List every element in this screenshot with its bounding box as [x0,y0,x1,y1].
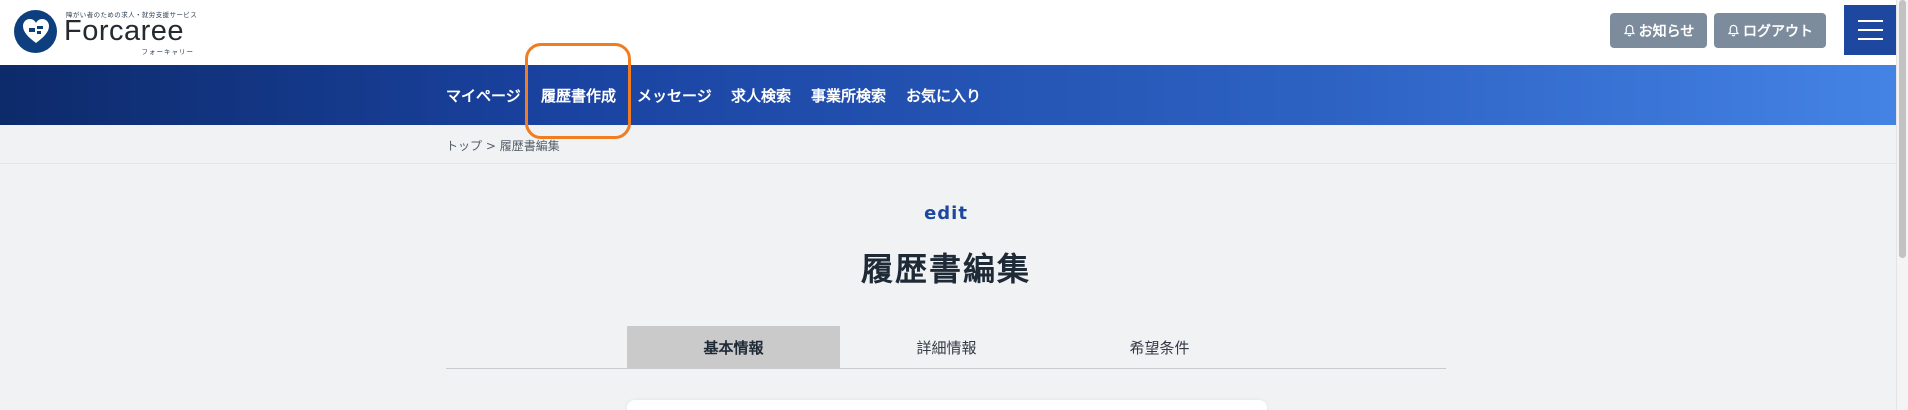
notice-label: お知らせ [1638,23,1695,40]
breadcrumb-divider [0,163,1896,164]
breadcrumb: トップ > 履歴書編集 [446,137,560,154]
breadcrumb-separator: > [485,139,496,153]
nav-item-mypage[interactable]: マイページ [446,65,521,125]
form-card [627,400,1267,410]
nav-item-office-search[interactable]: 事業所検索 [811,65,886,125]
nav-item-messages[interactable]: メッセージ [637,65,712,125]
tab-preferences[interactable]: 希望条件 [1053,326,1266,368]
page-title: 履歴書編集 [860,250,1031,288]
site-logo[interactable]: 障がい者のための求人・就労支援サービス Forcaree フォーキャリー [14,8,197,56]
breadcrumb-current: 履歴書編集 [499,139,560,153]
page-subtitle: edit [924,203,968,224]
tab-basic-info[interactable]: 基本情報 [627,326,840,368]
breadcrumb-home-link[interactable]: トップ [446,139,482,153]
site-header: 障がい者のための求人・就労支援サービス Forcaree フォーキャリー お知ら… [0,0,1896,65]
main-navigation: マイページ 履歴書作成 メッセージ 求人検索 事業所検索 お気に入り [0,65,1896,125]
bell-icon [1727,24,1740,37]
tab-detail-info[interactable]: 詳細情報 [840,326,1053,368]
tabs-underline [446,368,1446,369]
nav-item-resume[interactable]: 履歴書作成 [541,65,616,125]
bell-icon [1623,24,1635,37]
logo-text: 障がい者のための求人・就労支援サービス Forcaree フォーキャリー [64,8,197,56]
logo-kana: フォーキャリー [141,48,194,56]
hamburger-menu-button[interactable] [1844,5,1896,55]
logout-button[interactable]: ログアウト [1714,13,1826,48]
scrollbar-thumb[interactable] [1899,0,1906,258]
nav-item-favorites[interactable]: お気に入り [906,65,981,125]
heart-logo-icon [14,9,57,53]
nav-item-job-search[interactable]: 求人検索 [731,65,791,125]
hamburger-icon-bar [1857,29,1883,31]
logo-wordmark: Forcaree [64,15,185,47]
page: 障がい者のための求人・就労支援サービス Forcaree フォーキャリー お知ら… [0,0,1908,410]
notice-button[interactable]: お知らせ [1610,13,1707,48]
vertical-scrollbar[interactable] [1896,0,1908,410]
hamburger-icon-bar [1857,38,1883,40]
logout-label: ログアウト [1743,23,1813,40]
hamburger-icon-bar [1857,20,1883,22]
